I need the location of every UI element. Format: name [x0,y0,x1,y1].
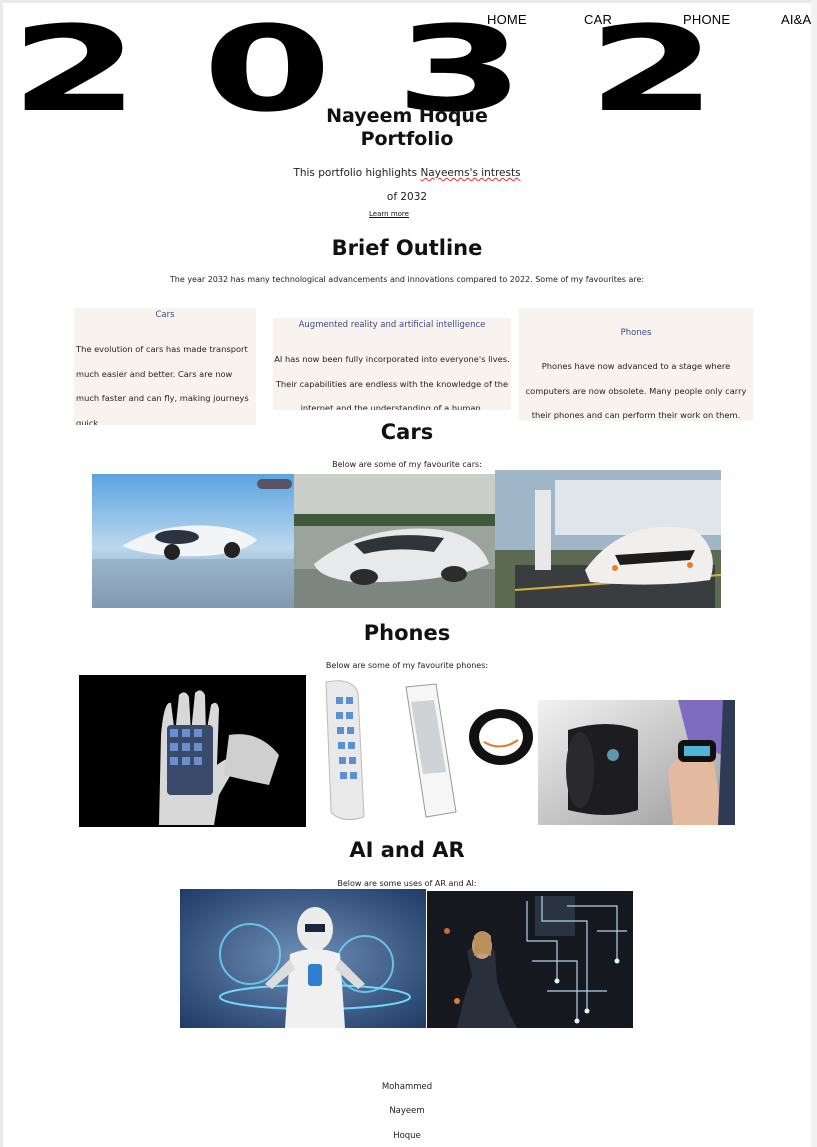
phones-title: Phones [363,621,451,645]
phone-image-3 [538,700,735,825]
car-image-2 [294,474,496,608]
hero-description: This portfolio highlights Nayeems's intr… [293,161,521,209]
page: 2032 HOME CAR PHONE AI&A Nayeem Hoque Po… [3,3,811,1147]
phone-image-2 [306,672,538,827]
card-body: Phones have now advanced to a stage wher… [525,361,747,420]
page-title: Nayeem Hoque Portfolio [3,105,811,151]
learn-more-link[interactable]: Learn more [3,210,775,218]
cars-title: Cars [380,420,434,444]
desc-pre: This portfolio highlights [293,167,421,179]
card-title: Cars [155,310,175,320]
card-ai-ar: Augmented reality and artificial intelli… [273,318,511,410]
footer-name-last: Hoque [393,1131,421,1141]
nav-ai-ar[interactable]: AI&A [781,12,811,27]
ai-image-1 [180,889,426,1028]
outline-title: Brief Outline [331,236,483,260]
nav-car[interactable]: CAR [584,12,612,27]
desc-post: of 2032 [386,191,428,203]
title-line-1: Nayeem Hoque [326,105,488,127]
ai-ar-subtitle: Below are some uses of AR and AI: [337,879,477,888]
phones-subtitle: Below are some of my favourite phones: [325,661,489,670]
footer-name-first: Mohammed [381,1082,433,1092]
card-title: Augmented reality and artificial intelli… [298,320,486,330]
car-image-1 [92,474,294,608]
footer-name-middle: Nayeem [389,1106,425,1116]
card-title: Phones [620,328,652,338]
card-body: AI has now been fully incorporated into … [274,354,510,410]
nav-phone[interactable]: PHONE [683,12,730,27]
card-cars: Cars The evolution of cars has made tran… [74,308,256,425]
title-line-2: Portfolio [360,128,454,150]
desc-misspelled: Nayeems's intrests [420,167,521,179]
cars-subtitle: Below are some of my favourite cars: [332,460,482,469]
card-phones: Phones Phones have now advanced to a sta… [519,308,753,421]
ai-image-2 [427,891,633,1028]
scrollbar[interactable] [811,0,817,1147]
card-body: The evolution of cars has made transport… [76,344,249,425]
ai-ar-title: AI and AR [349,838,465,862]
outline-intro: The year 2032 has many technological adv… [169,275,645,284]
nav-home[interactable]: HOME [487,12,527,27]
car-image-3 [495,470,721,608]
phone-image-1 [79,675,306,827]
